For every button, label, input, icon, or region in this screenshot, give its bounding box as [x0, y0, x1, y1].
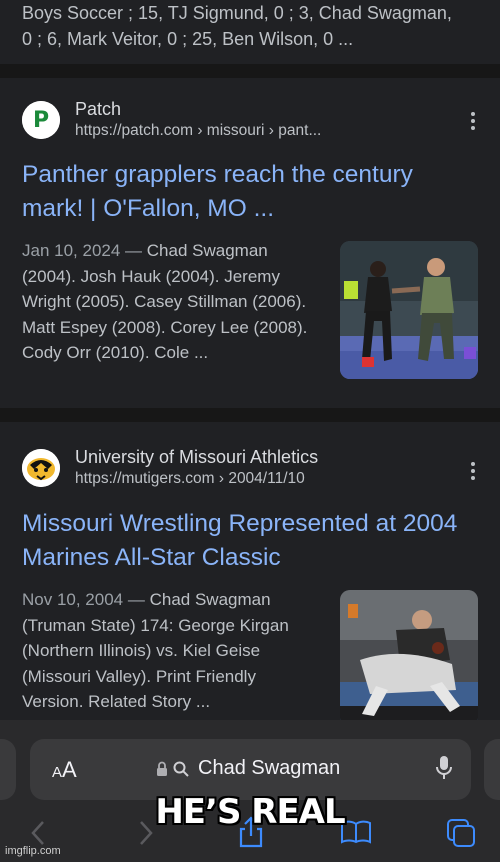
result-snippet: Nov 10, 2004 — Chad Swagman (Truman Stat… — [22, 587, 322, 715]
previous-snippet-line-1: Boys Soccer ; 15, TJ Sigmund, 0 ; 3, Cha… — [22, 3, 452, 23]
result-title[interactable]: Missouri Wrestling Represented at 2004 M… — [22, 507, 472, 575]
date-separator: — — [127, 590, 145, 609]
reader-options-button[interactable]: AA — [52, 757, 77, 783]
patch-favicon-icon: P — [22, 101, 60, 139]
result-date: Nov 10, 2004 — [22, 590, 124, 609]
source-name: Patch — [75, 99, 122, 119]
result-source[interactable]: University of Missouri Athletics https:/… — [22, 446, 318, 490]
result-card-patch[interactable]: P Patch https://patch.com › missouri › p… — [0, 78, 500, 408]
wrestling-photo-icon[interactable] — [340, 590, 478, 728]
previous-result-card: Boys Soccer ; 15, TJ Sigmund, 0 ; 3, Cha… — [0, 0, 500, 64]
wrestling-photo-icon[interactable] — [340, 241, 478, 379]
tiger-logo-icon — [22, 449, 60, 487]
browser-toolbar: AA Chad Swagman — [0, 720, 500, 862]
imgflip-watermark: imgflip.com — [5, 845, 61, 857]
svg-text:P: P — [33, 108, 49, 133]
address-bar[interactable]: AA Chad Swagman — [30, 739, 471, 800]
previous-tab-edge[interactable] — [0, 739, 16, 800]
result-snippet: Jan 10, 2024 — Chad Swagman (2004). Josh… — [22, 238, 322, 366]
source-url[interactable]: https://mutigers.com › 2004/11/10 — [75, 468, 318, 490]
result-separator — [0, 64, 500, 78]
result-source[interactable]: P Patch https://patch.com › missouri › p… — [22, 98, 321, 142]
address-field[interactable]: Chad Swagman — [156, 757, 340, 780]
previous-snippet-line-2: 0 ; 6, Mark Veitor, 0 ; 25, Ben Wilson, … — [22, 29, 354, 49]
result-card-mutigers[interactable]: University of Missouri Athletics https:/… — [0, 422, 500, 728]
address-query[interactable]: Chad Swagman — [198, 757, 340, 780]
more-options-icon[interactable] — [470, 462, 476, 480]
date-separator: — — [125, 241, 143, 260]
source-name: University of Missouri Athletics — [75, 447, 319, 467]
result-title[interactable]: Panther grapplers reach the century mark… — [22, 158, 472, 226]
more-options-icon[interactable] — [470, 112, 476, 130]
result-separator — [0, 408, 500, 422]
next-tab-edge[interactable] — [484, 739, 500, 800]
previous-snippet: Boys Soccer ; 15, TJ Sigmund, 0 ; 3, Cha… — [0, 0, 500, 52]
result-date: Jan 10, 2024 — [22, 241, 121, 260]
source-url[interactable]: https://patch.com › missouri › pant... — [75, 120, 321, 142]
meme-caption: HE’S REAL — [155, 792, 345, 832]
lock-icon — [157, 761, 167, 776]
search-icon — [173, 761, 189, 777]
mic-icon[interactable] — [435, 754, 453, 782]
